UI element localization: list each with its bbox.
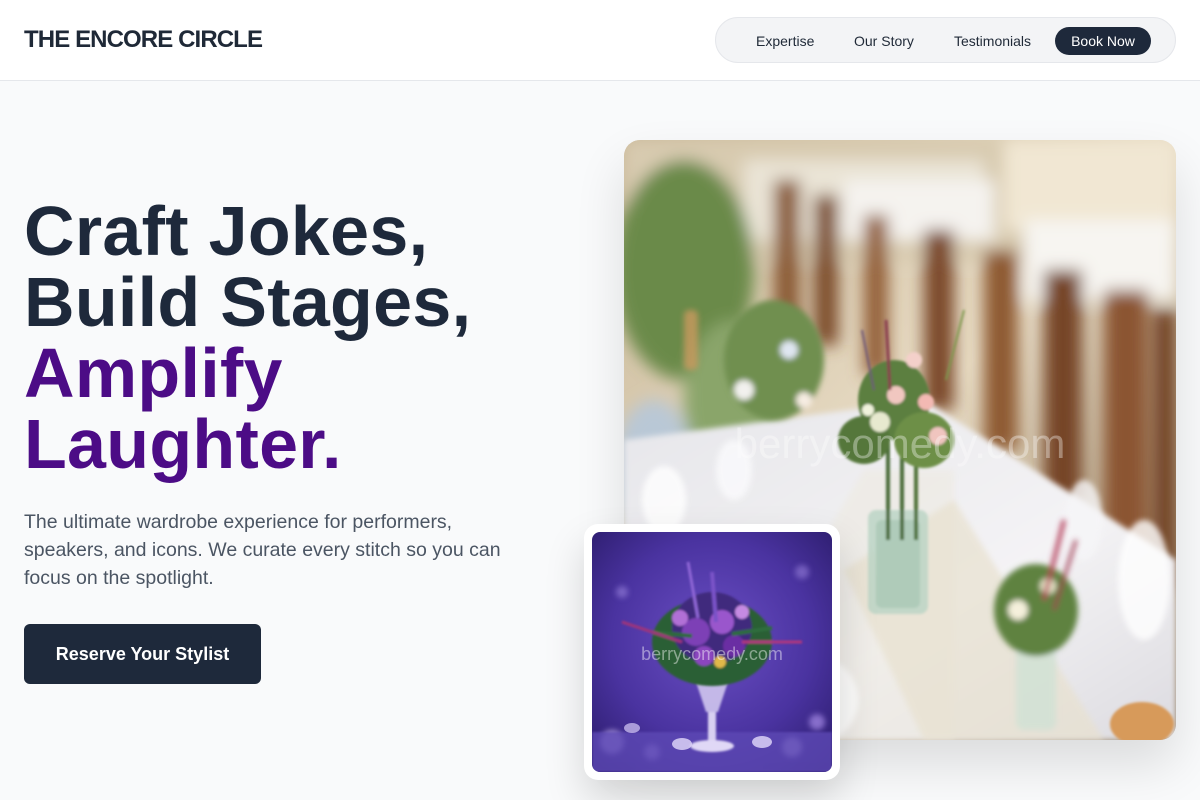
reserve-stylist-button[interactable]: Reserve Your Stylist	[24, 624, 261, 684]
nav-link-expertise[interactable]: Expertise	[756, 27, 814, 55]
centerpiece-photo: berrycomedy.com	[592, 532, 832, 772]
hero-title-line-1: Craft Jokes,	[24, 192, 429, 270]
book-now-button[interactable]: Book Now	[1055, 27, 1151, 55]
nav-link-our-story[interactable]: Our Story	[854, 27, 914, 55]
centerpiece-photo-card: berrycomedy.com	[584, 524, 840, 780]
hero-title-accent-line-2: Laughter.	[24, 405, 342, 483]
hero-title-accent-line-1: Amplify	[24, 334, 283, 412]
purple-centerpiece-illustration: berrycomedy.com	[592, 532, 832, 772]
brand-logo[interactable]: THE ENCORE CIRCLE	[24, 27, 263, 53]
hero-title-line-2: Build Stages,	[24, 263, 472, 341]
main-photo-watermark: berrycomedy.com	[735, 420, 1066, 467]
main-nav: Expertise Our Story Testimonials Book No…	[715, 17, 1176, 63]
nav-link-testimonials[interactable]: Testimonials	[954, 27, 1031, 55]
hero-subtitle: The ultimate wardrobe experience for per…	[24, 511, 501, 589]
hero-title: Craft Jokes, Build Stages, Amplify Laugh…	[24, 196, 564, 480]
inset-photo-watermark: berrycomedy.com	[641, 644, 783, 664]
site-header: THE ENCORE CIRCLE Expertise Our Story Te…	[0, 0, 1200, 81]
